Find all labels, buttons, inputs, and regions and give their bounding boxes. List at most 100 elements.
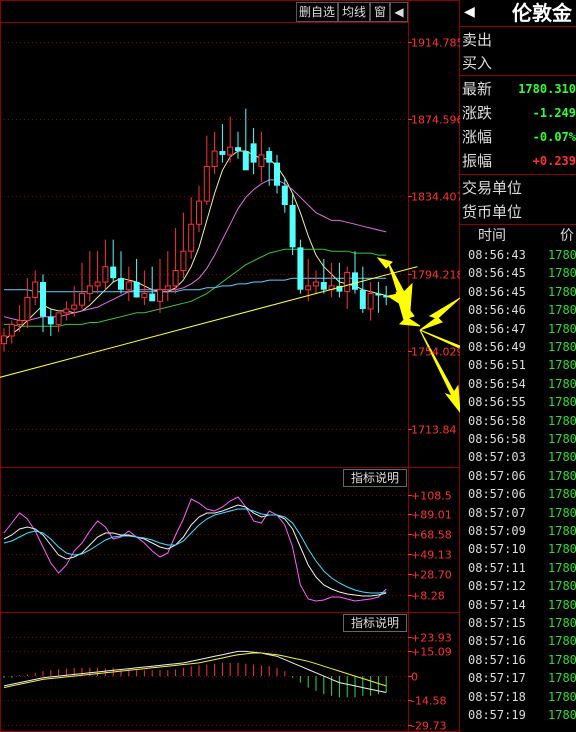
candle-up	[94, 281, 101, 287]
tick-price: 1780	[548, 671, 576, 686]
tick-time: 08:56:54	[468, 376, 526, 391]
candle-up	[102, 266, 109, 283]
price-axis-label: 1754.029	[411, 346, 460, 359]
tick-price: 1780	[548, 652, 576, 667]
tick-price: 1780	[548, 505, 576, 520]
candle-up	[367, 293, 374, 310]
tick-time: 08:56:45	[468, 284, 526, 299]
candle-up	[71, 304, 78, 310]
candle-down	[235, 147, 241, 152]
collapse-arrow-icon[interactable]: ◀	[464, 2, 480, 22]
candle-down	[352, 272, 358, 290]
tick-row: 08:57:15 1780	[468, 614, 576, 632]
kdj-indicator-help-button[interactable]: 指标说明	[343, 469, 407, 487]
tick-price: 1780	[548, 597, 576, 612]
buy-label: 买入	[462, 54, 493, 72]
change-row: 涨跌 -1.249	[462, 101, 576, 125]
tick-row: 08:56:49 1780	[468, 338, 576, 356]
tick-price: 1780	[548, 321, 576, 336]
kdj-gridlines	[0, 495, 408, 596]
tick-price: 1780	[548, 634, 576, 649]
macd-axis-label: +15.09	[411, 646, 452, 659]
tick-row: 08:57:03 1780	[468, 448, 576, 466]
tick-price: 1780	[548, 524, 576, 538]
candle-down	[149, 293, 156, 302]
tick-price: 1780	[548, 395, 576, 410]
candle-down	[281, 185, 288, 205]
candle-up	[344, 271, 351, 293]
tick-row: 08:57:19 1780	[468, 706, 576, 724]
candle-up	[203, 165, 210, 202]
tick-row: 08:57:06 1780	[468, 467, 576, 485]
tick-time: 08:57:15	[468, 616, 526, 630]
pct-value: -0.07%	[532, 130, 576, 144]
tick-row: 08:57:06 1780	[468, 485, 576, 503]
candle-down	[375, 293, 382, 296]
tick-time: 08:57:11	[468, 560, 526, 575]
macd-line-dif	[3, 650, 387, 693]
candle-up	[141, 293, 148, 298]
candle-up	[313, 281, 319, 287]
tick-price: 1780	[548, 450, 576, 465]
tick-row: 08:57:07 1780	[468, 504, 576, 522]
candle-down	[266, 151, 273, 163]
change-label: 涨跌	[462, 104, 493, 122]
candle-up	[227, 146, 234, 156]
candle-up	[164, 285, 171, 291]
candle-up	[79, 293, 85, 306]
expand-arrow-icon[interactable]: ◀	[390, 2, 408, 22]
price-axis-label: 1914.785	[411, 37, 460, 50]
tick-price: 1780	[548, 487, 576, 502]
kdj-lines	[3, 496, 387, 602]
window-button[interactable]: 窗	[370, 2, 390, 22]
candle-up	[32, 281, 39, 298]
tick-time: 08:57:16	[468, 634, 526, 649]
candle-down	[47, 316, 54, 325]
macd-indicator-help-button[interactable]: 指标说明	[343, 614, 407, 632]
kdj-axis-label: +49.13	[411, 549, 452, 562]
tick-time: 08:57:09	[468, 524, 526, 538]
tick-row: 08:56:43 1780	[468, 246, 576, 264]
kdj-axis-labels: +108.5 +89.01 +68.58 +49.13 +28.70 +8.28	[408, 490, 452, 603]
tick-row: 08:56:58 1780	[468, 412, 576, 430]
tick-price: 1780	[548, 340, 576, 354]
candle-down	[118, 278, 124, 290]
tick-row: 08:57:10 1780	[468, 540, 576, 558]
tick-row: 08:57:16 1780	[468, 632, 576, 650]
tick-time: 08:57:10	[468, 542, 526, 557]
tick-price: 1780	[548, 468, 576, 483]
pct-label: 涨幅	[462, 128, 493, 146]
macd-axis-label: +23.93	[411, 632, 452, 645]
tick-price: 1780	[548, 708, 576, 722]
tick-price: 1780	[548, 284, 576, 299]
candle-up	[211, 150, 218, 167]
candle-up	[63, 308, 70, 314]
ma-line-button[interactable]: 均线	[338, 2, 370, 22]
annotation-arrow	[419, 329, 460, 413]
amp-value: +0.239	[532, 154, 576, 168]
candle-up	[8, 323, 15, 337]
tick-time: 08:57:19	[468, 708, 526, 722]
annotation-arrow	[419, 297, 460, 331]
latest-label: 最新	[462, 80, 493, 98]
tick-row: 08:57:09 1780	[468, 522, 576, 540]
currency-row: 货币单位	[462, 200, 576, 224]
tick-row: 08:56:45 1780	[468, 283, 576, 301]
tick-time: 08:56:43	[468, 248, 526, 262]
tick-row: 08:56:58 1780	[468, 430, 576, 448]
kdj-axis-label: +68.58	[411, 529, 452, 542]
tick-time: 08:57:07	[468, 505, 526, 520]
candle-up	[188, 223, 195, 252]
candle-up	[24, 296, 31, 322]
tick-time: 08:57:16	[468, 652, 526, 667]
candlesticks	[1, 108, 390, 352]
sell-label: 卖出	[462, 31, 493, 49]
price-header: 价	[560, 228, 574, 244]
tick-row: 08:56:51 1780	[468, 356, 576, 374]
tick-list[interactable]: 08:56:43 1780 08:56:45 1780 08:56:45 1780 08:5…	[460, 246, 576, 732]
latest-value: 1780.310	[518, 82, 576, 96]
unit-label: 交易单位	[462, 179, 523, 197]
candle-down	[250, 143, 257, 163]
instrument-title: 伦敦金	[512, 1, 572, 25]
delete-favorite-button[interactable]: 删自选	[296, 2, 338, 22]
